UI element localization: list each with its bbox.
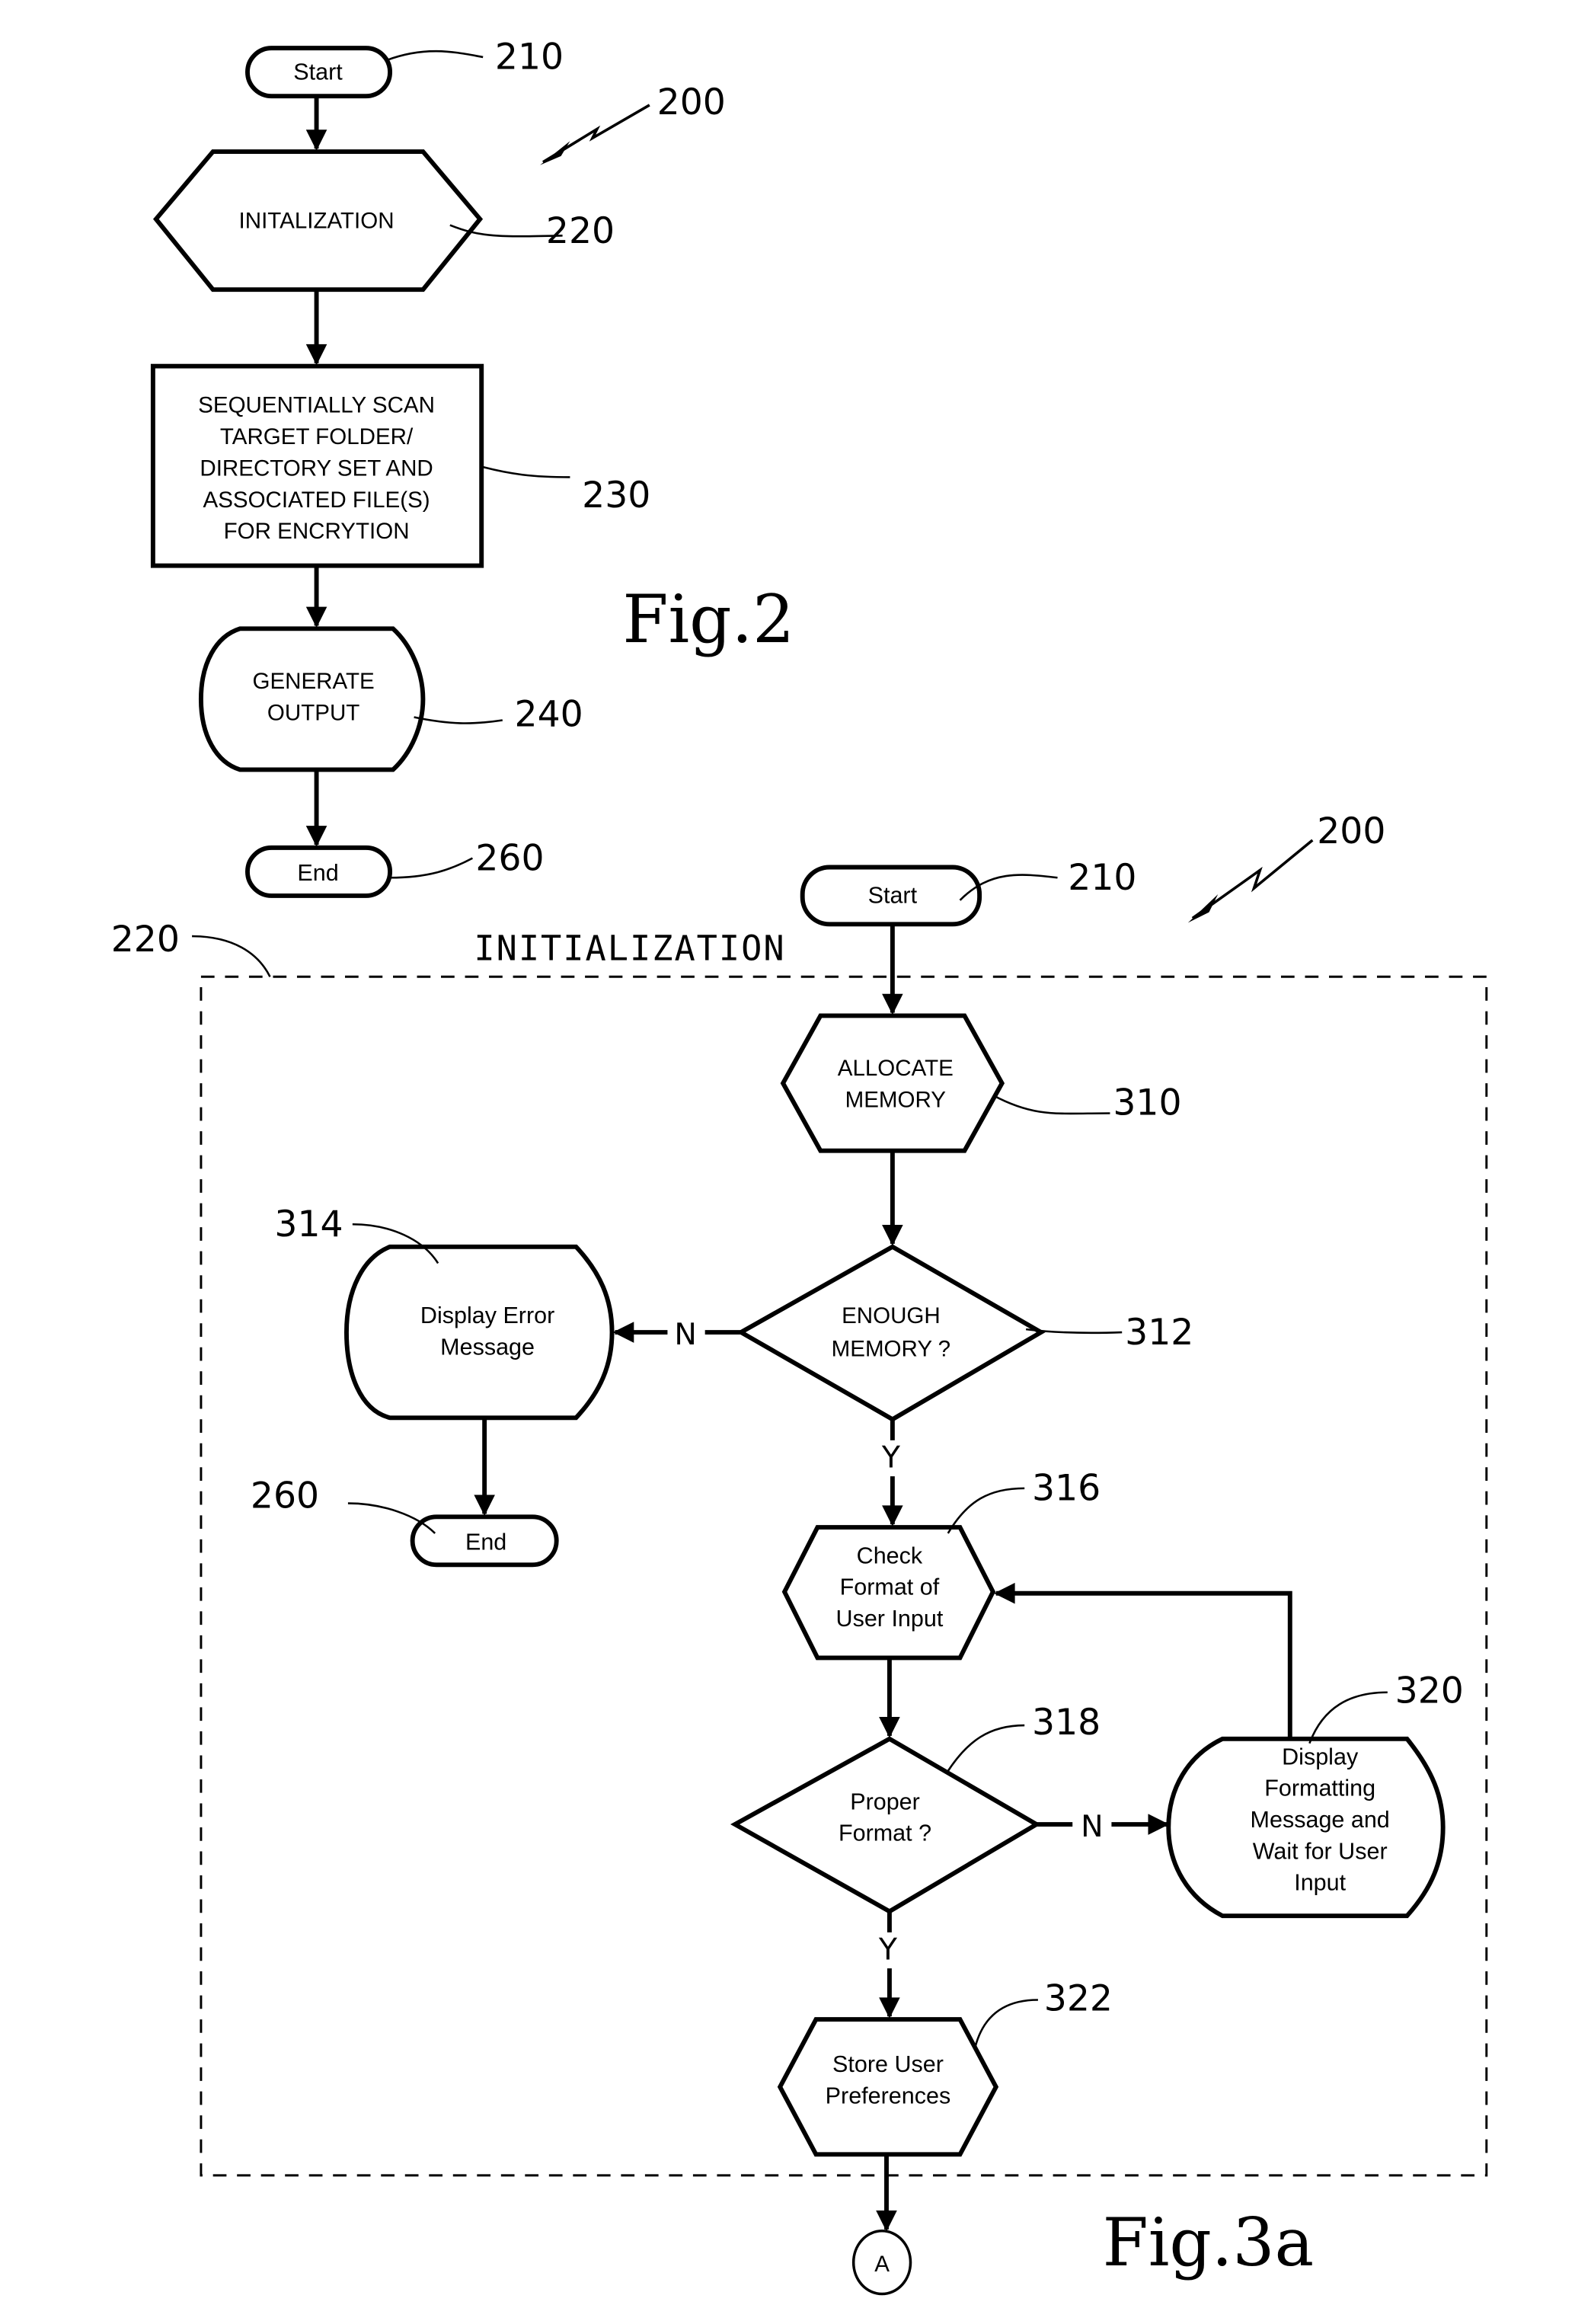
leader-line bbox=[386, 50, 484, 62]
fig3a-allocate-memory-step: ALLOCATE MEMORY bbox=[780, 1013, 1005, 1153]
fig3a-ref-310: 310 bbox=[1113, 1082, 1181, 1124]
fig3a-ref-316: 316 bbox=[1032, 1468, 1101, 1510]
figure-2: Start 210 200 INITALIZATION 220 SEQUENTI… bbox=[150, 37, 794, 898]
fig3a-start-label: Start bbox=[868, 883, 918, 909]
fig3a-displayfmt-line-2: Formatting bbox=[1264, 1776, 1375, 1801]
fig2-caption: Fig.2 bbox=[622, 582, 794, 658]
fig3a-displayfmt-line-5: Input bbox=[1294, 1870, 1346, 1896]
fig3a-proper-line-2: Format ? bbox=[839, 1821, 931, 1846]
decision-diamond-shape bbox=[736, 1244, 1046, 1422]
fig3a-error-line-2: Message bbox=[440, 1335, 535, 1360]
fig2-ref-260: 260 bbox=[475, 837, 544, 879]
fig3a-check-line-2: Format of bbox=[840, 1574, 940, 1600]
fig3a-displayfmt-line-4: Wait for User bbox=[1253, 1838, 1388, 1864]
leader-line bbox=[1308, 1691, 1388, 1744]
fig2-generate-output-step: GENERATE OUTPUT bbox=[198, 626, 426, 772]
fig3a-store-preferences-step: Store User Preferences bbox=[777, 2017, 999, 2157]
fig3a-end-label: End bbox=[465, 1530, 506, 1555]
leader-line bbox=[414, 716, 503, 724]
edge-label-no-1: N bbox=[674, 1317, 696, 1352]
fig2-scan-step: SEQUENTIALLY SCAN TARGET FOLDER/ DIRECTO… bbox=[150, 363, 484, 568]
connector-label: A bbox=[874, 2252, 890, 2277]
fig3a-ref-320: 320 bbox=[1395, 1670, 1464, 1712]
fig3a-ref-260: 260 bbox=[251, 1475, 319, 1517]
fig3a-allocate-line-2: MEMORY bbox=[845, 1088, 947, 1113]
fig3a-display-formatting-step: Display Formatting Message and Wait for … bbox=[1166, 1736, 1446, 1919]
fig2-init-label: INITALIZATION bbox=[239, 208, 395, 233]
fig3a-enough-line-2: MEMORY ? bbox=[832, 1337, 950, 1362]
ref-pointer-arrow-icon bbox=[1187, 893, 1219, 923]
fig3a-ref-200: 200 bbox=[1317, 810, 1385, 852]
leader-line bbox=[992, 1094, 1110, 1115]
fig3a-ref-314: 314 bbox=[274, 1204, 343, 1245]
fig3a-ref-322: 322 bbox=[1044, 1977, 1113, 2019]
leader-line bbox=[945, 1724, 1025, 1774]
fig3a-start-terminal: Start bbox=[800, 865, 982, 927]
fig3a-ref-312: 312 bbox=[1125, 1312, 1193, 1354]
fig3a-caption: Fig.3a bbox=[1103, 2205, 1315, 2281]
fig3a-ref-220: 220 bbox=[111, 919, 180, 961]
fig3a-displayfmt-line-3: Message and bbox=[1251, 1807, 1390, 1833]
initialization-group-title: INITIALIZATION bbox=[474, 929, 785, 969]
leader-line bbox=[481, 465, 570, 478]
fig2-ref-200: 200 bbox=[657, 82, 726, 123]
fig3a-error-line-1: Display Error bbox=[420, 1303, 554, 1328]
fig2-scan-line-1: SEQUENTIALLY SCAN bbox=[198, 393, 435, 418]
preparation-hexagon-shape bbox=[780, 1013, 1005, 1153]
edge-label-no-2: N bbox=[1081, 1809, 1103, 1844]
fig2-scan-line-3: DIRECTORY SET AND bbox=[200, 456, 433, 481]
fig3a-proper-line-1: Proper bbox=[850, 1789, 920, 1814]
fig3a-store-line-1: Store User bbox=[832, 2051, 944, 2077]
fig3a-ref-210: 210 bbox=[1068, 857, 1136, 899]
fig2-ref-210: 210 bbox=[495, 37, 564, 78]
display-shape bbox=[344, 1244, 615, 1421]
fig3a-displayfmt-line-1: Display bbox=[1282, 1744, 1359, 1769]
edge-label-yes-2: Y bbox=[878, 1932, 898, 1967]
fig2-end-label: End bbox=[297, 860, 338, 886]
fig2-start-label: Start bbox=[293, 59, 343, 85]
ref-pointer-arrow-icon bbox=[540, 141, 570, 165]
fig3a-check-format-step: Check Format of User Input bbox=[781, 1525, 996, 1661]
fig2-scan-line-4: ASSOCIATED FILE(S) bbox=[203, 487, 430, 513]
fig2-start-terminal: Start bbox=[245, 46, 393, 99]
fig3a-enough-memory-decision: ENOUGH MEMORY ? bbox=[736, 1244, 1046, 1422]
fig3a-check-line-1: Check bbox=[857, 1542, 923, 1568]
fig3a-enough-line-1: ENOUGH bbox=[842, 1303, 941, 1328]
leader-line bbox=[973, 1999, 1038, 2048]
fig2-ref-230: 230 bbox=[582, 475, 650, 516]
fig3a-display-error-step: Display Error Message bbox=[344, 1244, 615, 1421]
fig3a-ref-318: 318 bbox=[1032, 1702, 1101, 1744]
display-shape bbox=[198, 626, 426, 772]
fig2-output-line-2: OUTPUT bbox=[267, 700, 359, 725]
leader-line bbox=[192, 935, 271, 977]
edge-label-yes-1: Y bbox=[881, 1440, 901, 1475]
patent-flowchart-sheet: Start 210 200 INITALIZATION 220 SEQUENTI… bbox=[111, 37, 1488, 2296]
fig2-ref-220: 220 bbox=[546, 210, 615, 252]
fig2-scan-line-5: FOR ENCRYTION bbox=[224, 519, 410, 544]
fig2-output-line-1: GENERATE bbox=[252, 669, 374, 694]
fig3a-check-line-3: User Input bbox=[836, 1606, 944, 1632]
fig3a-connector-a: A bbox=[851, 2230, 912, 2296]
leader-line bbox=[390, 857, 474, 879]
fig2-initialization-step: INITALIZATION bbox=[152, 149, 484, 292]
figure-3a: 200 Start 210 INITIALIZATION 220 ALLOCAT… bbox=[111, 810, 1488, 2296]
fig3a-proper-format-decision: Proper Format ? bbox=[730, 1736, 1041, 1914]
fig3a-allocate-line-1: ALLOCATE bbox=[838, 1056, 954, 1081]
fig2-ref-240: 240 bbox=[515, 693, 583, 735]
fig3a-end-terminal: End bbox=[410, 1514, 559, 1568]
fig3a-store-line-2: Preferences bbox=[826, 2083, 951, 2108]
fig2-scan-line-2: TARGET FOLDER/ bbox=[220, 424, 414, 449]
fig2-end-terminal: End bbox=[245, 845, 393, 898]
